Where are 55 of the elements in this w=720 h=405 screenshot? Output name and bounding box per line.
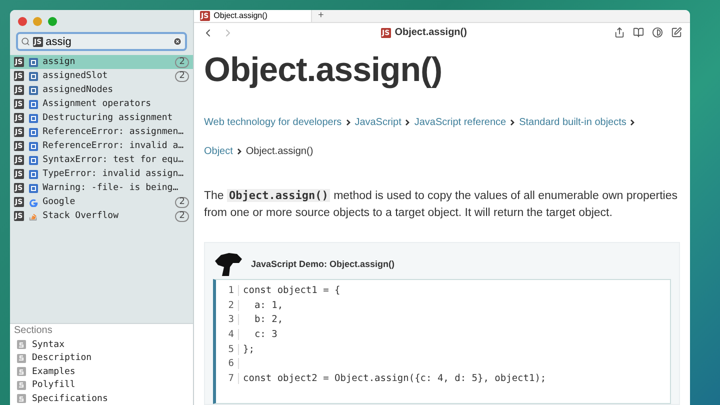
close-window-button[interactable] <box>18 17 27 26</box>
section-icon <box>17 367 26 376</box>
breadcrumb-link[interactable]: JavaScript reference <box>414 117 506 128</box>
line-number: 2 <box>216 300 239 311</box>
line-number: 3 <box>216 314 239 326</box>
line-number: 7 <box>216 372 239 384</box>
code-line: const object1 = { <box>242 284 340 296</box>
search-field[interactable]: assig <box>46 36 146 48</box>
edit-icon[interactable] <box>671 27 682 38</box>
code-line: b: 2, <box>253 314 284 326</box>
search-icon <box>21 37 30 46</box>
section-icon <box>17 354 26 363</box>
code-line: c: 3 <box>253 328 278 340</box>
book-icon[interactable] <box>633 27 644 38</box>
code-editor[interactable]: 1 const object1 = { 2 a: 1, 3 b: 2, 4 c: 3 5 }; 6 7 const object2 = Object.assign({c: 4, d: 5}, object1); <box>213 279 671 404</box>
chevron-icon <box>510 119 516 126</box>
chevron-icon <box>405 119 410 126</box>
contrast-icon[interactable] <box>652 27 663 38</box>
code-line: a: 1, <box>253 300 284 311</box>
sections-title: Sections <box>14 325 54 336</box>
code-line: }; <box>242 344 254 355</box>
demo-title: JavaScript Demo: Object.assign() <box>251 259 395 269</box>
dinosaur-head-icon <box>213 251 243 277</box>
section-item[interactable]: Specifications <box>14 392 193 405</box>
line-number: 6 <box>216 358 239 370</box>
chevron-icon <box>630 119 636 126</box>
count-badge[interactable]: 2 <box>175 56 189 68</box>
share-icon[interactable] <box>614 27 625 38</box>
line-number: 1 <box>216 284 239 296</box>
stack-icon <box>28 212 38 220</box>
section-icon <box>17 340 26 350</box>
breadcrumb-link[interactable]: Web technology for developers <box>204 117 342 128</box>
google-icon <box>28 198 38 206</box>
breadcrumb-link[interactable]: Object <box>204 146 233 157</box>
count-badge[interactable]: 2 <box>175 196 189 208</box>
clear-icon[interactable] <box>173 37 182 46</box>
intro-paragraph: The Object.assign() method is used to copy the values of all enumerable own properties from one or more source objects to a target object. It will return the target object. <box>204 188 678 221</box>
breadcrumb-link[interactable]: JavaScript <box>354 117 402 128</box>
code-line: const object2 = Object.assign({c: 4, d: 5}, object1); <box>242 372 546 384</box>
breadcrumb-link[interactable]: Object.assign() <box>246 146 314 157</box>
count-badge[interactable]: 2 <box>175 70 189 82</box>
section-item[interactable]: Description <box>14 352 193 365</box>
page-heading: Object.assign() <box>204 51 444 90</box>
chevron-icon <box>236 148 242 155</box>
section-item[interactable]: Polyfill <box>14 378 193 392</box>
chevron-icon <box>346 119 351 126</box>
page-title: Object.assign() <box>394 27 467 38</box>
section-item[interactable]: Syntax <box>14 338 193 352</box>
count-badge[interactable]: 2 <box>175 210 189 222</box>
line-number: 5 <box>216 344 239 355</box>
section-item[interactable]: Examples <box>14 365 193 378</box>
section-icon <box>17 380 26 390</box>
new-tab-button[interactable]: + <box>312 10 330 22</box>
breadcrumb-link[interactable]: Standard built-in objects <box>519 117 626 128</box>
line-number: 4 <box>216 328 239 340</box>
